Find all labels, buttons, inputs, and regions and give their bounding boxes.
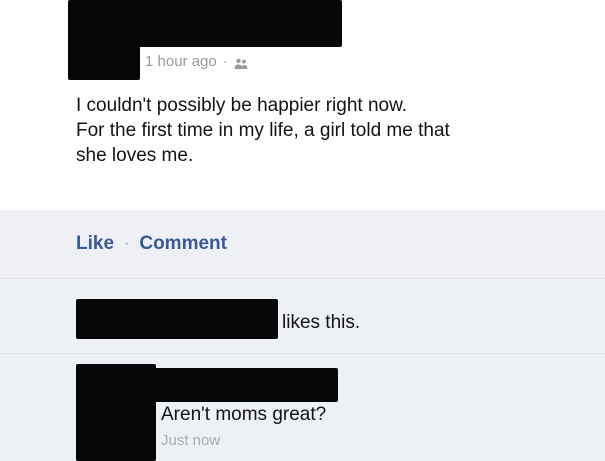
meta-separator: · — [222, 53, 228, 70]
post-message: I couldn't possibly be happier right now… — [76, 93, 576, 168]
action-links: Like · Comment — [76, 233, 227, 255]
post-timestamp[interactable]: 1 hour ago — [145, 53, 217, 70]
post-message-line: she loves me. — [76, 145, 194, 166]
action-separator: · — [124, 235, 130, 252]
post-message-line: I couldn't possibly be happier right now… — [76, 95, 408, 116]
likes-text: likes this. — [282, 312, 361, 333]
likes-row: likes this. — [0, 279, 605, 353]
comment-link[interactable]: Comment — [139, 233, 227, 255]
comment-text: Aren't moms great? — [161, 404, 327, 425]
redacted-commenter-name — [150, 368, 338, 402]
friends-icon[interactable] — [234, 57, 248, 69]
comment-timestamp[interactable]: Just now — [161, 432, 220, 449]
post-message-line: For the first time in my life, a girl to… — [76, 120, 450, 141]
comment-item: Aren't moms great? Just now — [0, 354, 605, 461]
like-link[interactable]: Like — [76, 233, 114, 255]
redacted-liker-name — [76, 299, 278, 339]
post-meta: 1 hour ago · — [145, 53, 248, 70]
status-post: 1 hour ago · I couldn't possibly be happ… — [0, 0, 605, 210]
redacted-author-avatar — [68, 35, 140, 80]
post-actions-bar: Like · Comment — [0, 210, 605, 278]
redacted-commenter-avatar — [76, 364, 156, 461]
